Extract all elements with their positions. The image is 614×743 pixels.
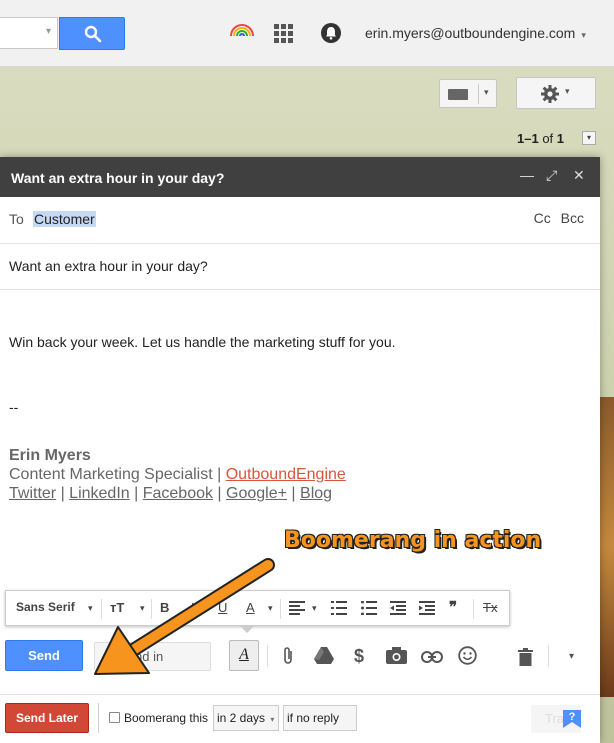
indent-more-icon[interactable] [419, 601, 435, 615]
underline-icon[interactable]: U [218, 600, 227, 615]
send-later-button[interactable]: Send Later [5, 703, 89, 733]
help-icon[interactable]: ? [561, 708, 583, 730]
input-tools-button[interactable]: ▾ [439, 79, 497, 108]
chevron-down-icon[interactable]: ▾ [140, 603, 145, 614]
boomerang-label: Boomerang this [124, 711, 209, 725]
compose-header: Want an extra hour in your day? — ⤢ ✕ [0, 157, 600, 197]
chevron-down-icon[interactable]: ▾ [484, 87, 489, 98]
account-menu[interactable]: erin.myers@outboundengine.com ▾ [365, 25, 586, 41]
dollar-icon[interactable]: $ [354, 646, 364, 667]
annotation-label: Boomerang in action [284, 528, 542, 553]
bold-icon[interactable]: B [160, 600, 169, 615]
chevron-down-icon: ▾ [581, 30, 586, 40]
more-options-chevron-icon[interactable]: ▾ [569, 651, 574, 662]
top-bar: ▾ erin.myers@outboundengine.com ▾ [0, 0, 614, 67]
boomerang-condition-select[interactable]: if no reply [283, 705, 357, 731]
pagination-label: 1–1 of 1 [517, 131, 565, 146]
search-options-caret[interactable]: ▾ [46, 26, 51, 37]
linkedin-link[interactable]: LinkedIn [69, 485, 130, 502]
svg-text:?: ? [569, 711, 576, 723]
text-color-icon[interactable]: A [246, 600, 255, 615]
compose-title: Want an extra hour in your day? [11, 170, 225, 186]
drive-icon[interactable] [314, 646, 334, 664]
quote-icon[interactable]: ❞ [449, 598, 457, 616]
subject-text[interactable]: Want an extra hour in your day? [9, 258, 208, 274]
signature-name: Erin Myers [9, 447, 91, 464]
googleplus-link[interactable]: Google+ [226, 485, 287, 502]
twitter-link[interactable]: Twitter [9, 485, 56, 502]
keyboard-icon [448, 89, 468, 100]
recipient-chip[interactable]: Customer [33, 211, 96, 227]
formatting-toolbar: Sans Serif ▾ тT ▾ B I U A ▾ ▾ ❞ Tx [5, 590, 510, 626]
signature-links: Twitter | LinkedIn | Facebook | Google+ … [9, 485, 333, 502]
pagination-dropdown[interactable]: ▾ [582, 131, 596, 145]
close-icon[interactable]: ✕ [573, 167, 585, 184]
camera-icon[interactable] [386, 646, 407, 664]
indent-less-icon[interactable] [390, 601, 406, 615]
chevron-down-icon: ▾ [565, 86, 570, 96]
send-in-button[interactable]: nd in [94, 642, 211, 671]
italic-icon[interactable]: I [190, 600, 194, 615]
signature-separator: -- [9, 399, 19, 415]
send-button[interactable]: Send [5, 640, 83, 671]
attach-icon[interactable] [281, 646, 295, 666]
align-icon[interactable] [289, 601, 305, 615]
trash-icon[interactable] [518, 648, 533, 666]
numbered-list-icon[interactable] [331, 601, 347, 615]
account-email: erin.myers@outboundengine.com [365, 25, 576, 41]
font-size-icon[interactable]: тT [110, 600, 124, 615]
boomerang-checkbox[interactable] [109, 712, 120, 723]
search-icon [84, 25, 102, 43]
theme-decoration [600, 397, 614, 697]
link-icon[interactable] [421, 651, 443, 663]
subject-field[interactable]: Want an extra hour in your day? [0, 244, 600, 290]
to-label: To [9, 211, 24, 227]
search-button[interactable] [59, 17, 125, 50]
emoji-icon[interactable] [458, 646, 477, 665]
blog-link[interactable]: Blog [300, 485, 332, 502]
chevron-down-icon[interactable]: ▾ [88, 603, 93, 614]
message-body-line[interactable]: Win back your week. Let us handle the ma… [9, 334, 396, 350]
chevron-down-icon[interactable]: ▾ [312, 603, 317, 614]
font-family-select[interactable]: Sans Serif [16, 600, 75, 614]
rainbow-icon[interactable] [229, 23, 255, 37]
signature-title: Content Marketing Specialist | OutboundE… [9, 466, 346, 483]
chevron-down-icon[interactable]: ▾ [268, 603, 273, 614]
settings-button[interactable]: ▾ [516, 77, 596, 109]
formatting-options-button[interactable]: A [229, 640, 259, 671]
apps-grid-icon[interactable] [274, 24, 294, 44]
minimize-icon[interactable]: — [520, 167, 534, 183]
notifications-bell-icon[interactable] [321, 23, 341, 43]
bulleted-list-icon[interactable] [361, 601, 377, 615]
gear-icon [541, 85, 559, 103]
remove-formatting-icon[interactable]: Tx [483, 600, 497, 615]
signature-company-link[interactable]: OutboundEngine [226, 466, 346, 483]
chevron-down-icon: ▾ [270, 715, 275, 724]
facebook-link[interactable]: Facebook [143, 485, 213, 502]
recipients-row[interactable]: To Customer Cc Bcc [0, 197, 600, 244]
expand-icon[interactable]: ⤢ [546, 167, 557, 184]
cc-bcc-links[interactable]: Cc Bcc [534, 210, 584, 226]
compose-window: Want an extra hour in your day? — ⤢ ✕ To… [0, 157, 600, 743]
search-input[interactable]: ▾ [0, 17, 58, 49]
boomerang-when-select[interactable]: in 2 days ▾ [213, 705, 279, 731]
